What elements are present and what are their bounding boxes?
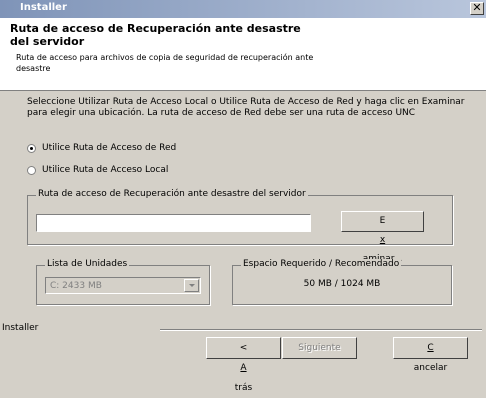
path-group: Ruta de acceso de Recuperación ante desa… (27, 189, 453, 264)
path-group-legend: Ruta de acceso de Recuperación ante desa… (36, 189, 308, 199)
next-button[interactable]: Siguiente (282, 337, 357, 359)
page-subtitle: Ruta de acceso para archivos de copia de… (16, 53, 314, 73)
radio-local-label: Utilice Ruta de Acceso Local (42, 165, 169, 175)
space-group-legend: Espacio Requerido / Recomendado (241, 259, 402, 269)
title-bar: Installer ✕ (0, 0, 486, 18)
footer-brand-label: Installer (2, 323, 39, 333)
back-button[interactable]: < Atrás (206, 337, 281, 393)
footer-divider (160, 329, 482, 331)
drive-select-value: C: 2433 MB (50, 281, 102, 291)
page-title: Ruta de acceso de Recuperación ante desa… (10, 22, 301, 48)
radio-local-path[interactable]: Utilice Ruta de Acceso Local (27, 165, 168, 175)
instructions-text: Seleccione Utilizar Ruta de Acceso Local… (27, 97, 465, 118)
browse-button[interactable]: Examinar... (341, 211, 424, 264)
next-button-label: Siguiente (298, 343, 341, 353)
header-panel: Ruta de acceso de Recuperación ante desa… (0, 18, 486, 91)
drives-group: Lista de Unidades C: 2433 MB (36, 259, 210, 305)
drive-select[interactable]: C: 2433 MB (45, 277, 201, 294)
window-title: Installer (20, 2, 67, 13)
back-button-label: < Atrás (234, 343, 253, 393)
path-input[interactable] (36, 214, 311, 232)
close-icon: ✕ (472, 1, 482, 14)
installer-window: Installer ✕ Ruta de acceso de Recuperaci… (0, 0, 486, 393)
drives-group-legend: Lista de Unidades (45, 259, 130, 269)
cancel-button[interactable]: Cancelar (393, 337, 468, 373)
radio-local-indicator[interactable] (27, 165, 36, 175)
radio-network-path[interactable]: Utilice Ruta de Acceso de Red (27, 143, 176, 153)
space-group: Espacio Requerido / Recomendado 50 MB / … (232, 259, 452, 305)
chevron-down-icon[interactable] (184, 279, 199, 292)
radio-network-label: Utilice Ruta de Acceso de Red (42, 143, 177, 153)
radio-network-indicator[interactable] (27, 143, 36, 153)
cancel-button-label: Cancelar (413, 343, 448, 373)
close-button[interactable]: ✕ (470, 2, 484, 15)
space-value: 50 MB / 1024 MB (303, 279, 381, 289)
